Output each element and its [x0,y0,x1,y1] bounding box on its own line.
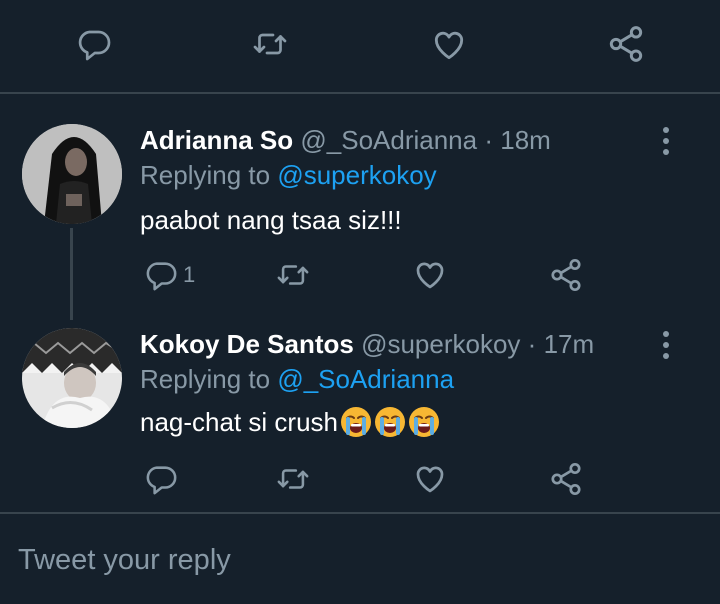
replying-to: Replying to @superkokoy [140,159,437,191]
more-options-icon[interactable] [656,330,676,360]
reply-icon[interactable] [144,462,178,496]
display-name[interactable]: Kokoy De Santos [140,329,354,359]
retweet-icon[interactable] [275,258,311,292]
display-name[interactable]: Adrianna So [140,125,293,155]
timestamp[interactable]: 17m [544,329,595,359]
reply-count: 1 [183,262,196,287]
reply-icon[interactable] [76,26,112,62]
timestamp[interactable]: 18m [500,125,551,155]
tweet-header: Adrianna So @_SoAdrianna · 18m [140,124,551,156]
retweet-icon[interactable] [275,462,311,496]
share-icon[interactable] [548,460,584,498]
more-options-icon[interactable] [656,126,676,156]
loudly-crying-face-icon [374,406,406,438]
loudly-crying-face-icon [340,406,372,438]
tweet-text-content: nag-chat si crush [140,407,338,437]
composer-divider [0,512,720,514]
avatar[interactable] [22,124,122,224]
tweet-text-content: paabot nang tsaa siz!!! [140,205,402,235]
replying-to-label: Replying to [140,160,278,190]
replying-to: Replying to @_SoAdrianna [140,363,454,395]
replying-to-label: Replying to [140,364,278,394]
thread-connector [70,228,73,320]
share-icon[interactable] [606,24,646,64]
share-icon[interactable] [548,256,584,294]
avatar[interactable] [22,328,122,428]
replying-to-mention[interactable]: @superkokoy [277,160,436,190]
like-icon[interactable] [412,461,448,497]
replying-to-mention[interactable]: @_SoAdrianna [277,364,454,394]
tweet-header: Kokoy De Santos @superkokoy · 17m [140,328,594,360]
user-handle[interactable]: @superkokoy [361,329,520,359]
tweet-action-bar [0,0,720,94]
retweet-icon[interactable] [250,26,290,62]
separator-dot: · [527,329,537,359]
reply-composer-input[interactable]: Tweet your reply [18,544,231,577]
like-icon[interactable] [430,26,468,64]
separator-dot: · [484,125,494,155]
user-handle[interactable]: @_SoAdrianna [300,125,477,155]
like-icon[interactable] [412,257,448,293]
loudly-crying-face-icon [408,406,440,438]
tweet-text: paabot nang tsaa siz!!! [140,204,402,236]
reply-icon[interactable] [144,258,178,292]
tweet-text: nag-chat si crush [140,406,440,438]
